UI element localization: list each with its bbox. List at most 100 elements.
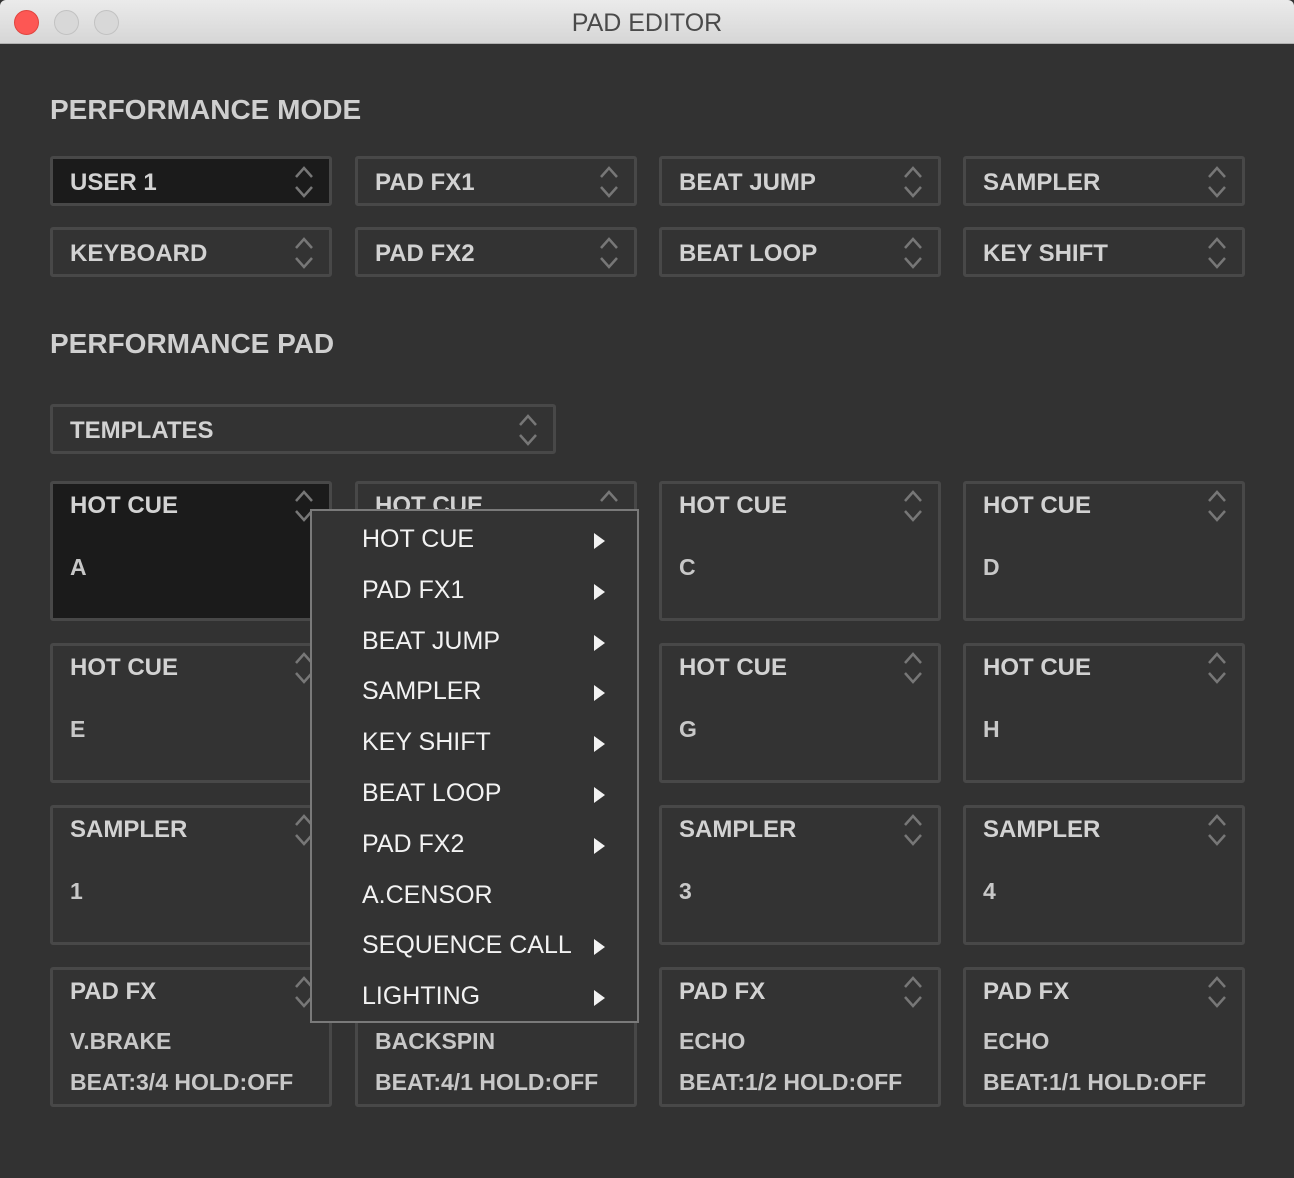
pad-params: BEAT:3/4 HOLD:OFF — [70, 1069, 294, 1095]
pad-type: PAD FX — [679, 978, 766, 1005]
submenu-arrow-icon — [594, 837, 605, 854]
menu-item[interactable]: BEAT LOOP — [312, 767, 637, 818]
pad-value: V.BRAKE — [70, 1028, 172, 1054]
pad-type: HOT CUE — [70, 492, 178, 519]
submenu-arrow-icon — [594, 736, 605, 753]
pad-type: HOT CUE — [679, 654, 787, 681]
menu-item[interactable]: BEAT JUMP — [312, 615, 637, 666]
pad-slot[interactable]: PAD FX V.BRAKE BEAT:3/4 HOLD:OFF — [50, 967, 332, 1107]
pad-params: BEAT:1/2 HOLD:OFF — [679, 1069, 903, 1095]
pad-slot[interactable]: HOT CUE A — [50, 481, 332, 621]
pad-value: C — [679, 554, 696, 580]
pad-type: HOT CUE — [70, 654, 178, 681]
up-down-arrows-icon — [1208, 237, 1226, 269]
select-label: USER 1 — [70, 169, 157, 196]
select-label: PAD FX1 — [375, 169, 475, 196]
pad-slot[interactable]: HOT CUE H — [963, 643, 1245, 783]
pad-slot[interactable]: SAMPLER 4 — [963, 805, 1245, 945]
pad-slot[interactable]: SAMPLER 1 — [50, 805, 332, 945]
up-down-arrows-icon — [1208, 166, 1226, 198]
pad-type: PAD FX — [70, 978, 157, 1005]
menu-item[interactable]: HOT CUE — [312, 513, 637, 564]
menu-item[interactable]: A.CENSOR — [312, 869, 637, 920]
up-down-arrows-icon — [904, 237, 922, 269]
performance-mode-select[interactable]: PAD FX2 — [355, 227, 637, 277]
select-label: SAMPLER — [983, 169, 1101, 196]
pad-type-context-menu: HOT CUE PAD FX1 BEAT JUMP SAMPLER KEY SHIFT B… — [310, 509, 639, 1023]
pad-type: HOT CUE — [679, 492, 787, 519]
menu-item[interactable]: PAD FX1 — [312, 564, 637, 615]
menu-item-label: BEAT JUMP — [362, 626, 500, 655]
performance-pad-heading: PERFORMANCE PAD — [50, 328, 335, 359]
up-down-arrows-icon — [1208, 814, 1226, 846]
menu-item-label: A.CENSOR — [362, 880, 493, 909]
performance-mode-select[interactable]: SAMPLER — [963, 156, 1245, 206]
menu-item-label: SAMPLER — [362, 677, 482, 706]
submenu-arrow-icon — [594, 533, 605, 549]
templates-select[interactable]: TEMPLATES — [50, 404, 556, 454]
pad-value: A — [70, 554, 87, 580]
pad-slot[interactable]: SAMPLER 3 — [659, 805, 941, 945]
performance-mode-select[interactable]: USER 1 — [50, 156, 332, 206]
up-down-arrows-icon — [519, 414, 537, 446]
menu-item-label: LIGHTING — [362, 982, 481, 1011]
performance-mode-select[interactable]: KEYBOARD — [50, 227, 332, 277]
pad-type: SAMPLER — [983, 816, 1101, 843]
pad-type: HOT CUE — [983, 654, 1091, 681]
pad-slot[interactable]: HOT CUE D — [963, 481, 1245, 621]
pad-value: E — [70, 716, 86, 742]
pad-type: SAMPLER — [679, 816, 797, 843]
menu-item[interactable]: LIGHTING — [312, 970, 637, 1021]
up-down-arrows-icon — [1208, 652, 1226, 684]
select-label: BEAT JUMP — [679, 169, 816, 196]
submenu-arrow-icon — [594, 685, 605, 702]
pad-params: BEAT:4/1 HOLD:OFF — [375, 1069, 599, 1095]
up-down-arrows-icon — [1208, 490, 1226, 522]
pad-value: G — [679, 716, 697, 742]
performance-mode-select[interactable]: BEAT LOOP — [659, 227, 941, 277]
up-down-arrows-icon — [295, 237, 313, 269]
submenu-arrow-icon — [594, 939, 605, 956]
pad-type: PAD FX — [983, 978, 1070, 1005]
pad-value: D — [983, 554, 1000, 580]
submenu-arrow-icon — [594, 787, 605, 803]
menu-item-label: SEQUENCE CALL — [362, 931, 572, 960]
pad-value: BACKSPIN — [375, 1028, 496, 1054]
menu-item-label: BEAT LOOP — [362, 779, 502, 807]
pad-slot[interactable]: HOT CUE E — [50, 643, 332, 783]
menu-item-label: KEY SHIFT — [362, 728, 491, 757]
up-down-arrows-icon — [904, 976, 922, 1008]
pad-slot[interactable]: HOT CUE G — [659, 643, 941, 783]
pad-value: H — [983, 716, 1000, 742]
pad-value: ECHO — [983, 1028, 1050, 1054]
menu-item-label: HOT CUE — [362, 525, 475, 553]
performance-mode-heading: PERFORMANCE MODE — [50, 94, 362, 125]
pad-value: 1 — [70, 878, 83, 904]
templates-label: TEMPLATES — [70, 417, 214, 444]
up-down-arrows-icon — [1208, 976, 1226, 1008]
menu-item[interactable]: KEY SHIFT — [312, 716, 637, 767]
pad-params: BEAT:1/1 HOLD:OFF — [983, 1069, 1207, 1095]
window-title: PAD EDITOR — [571, 9, 723, 37]
performance-mode-select[interactable]: BEAT JUMP — [659, 156, 941, 206]
pad-slot[interactable]: HOT CUE C — [659, 481, 941, 621]
select-label: BEAT LOOP — [679, 240, 818, 267]
select-label: KEYBOARD — [70, 240, 208, 267]
up-down-arrows-icon — [295, 166, 313, 198]
up-down-arrows-icon — [600, 166, 618, 198]
pad-value: 4 — [983, 878, 996, 904]
performance-mode-select[interactable]: PAD FX1 — [355, 156, 637, 206]
performance-mode-select[interactable]: KEY SHIFT — [963, 227, 1245, 277]
pad-type: SAMPLER — [70, 816, 188, 843]
menu-item[interactable]: PAD FX2 — [312, 818, 637, 869]
up-down-arrows-icon — [904, 166, 922, 198]
pad-value: ECHO — [679, 1028, 746, 1054]
menu-item[interactable]: SEQUENCE CALL — [312, 919, 637, 970]
pad-value: 3 — [679, 878, 692, 904]
submenu-arrow-icon — [594, 634, 605, 651]
up-down-arrows-icon — [904, 652, 922, 684]
menu-item[interactable]: SAMPLER — [312, 665, 637, 716]
select-label: KEY SHIFT — [983, 240, 1108, 267]
pad-slot[interactable]: PAD FX ECHO BEAT:1/1 HOLD:OFF — [963, 967, 1245, 1107]
pad-slot[interactable]: PAD FX ECHO BEAT:1/2 HOLD:OFF — [659, 967, 941, 1107]
